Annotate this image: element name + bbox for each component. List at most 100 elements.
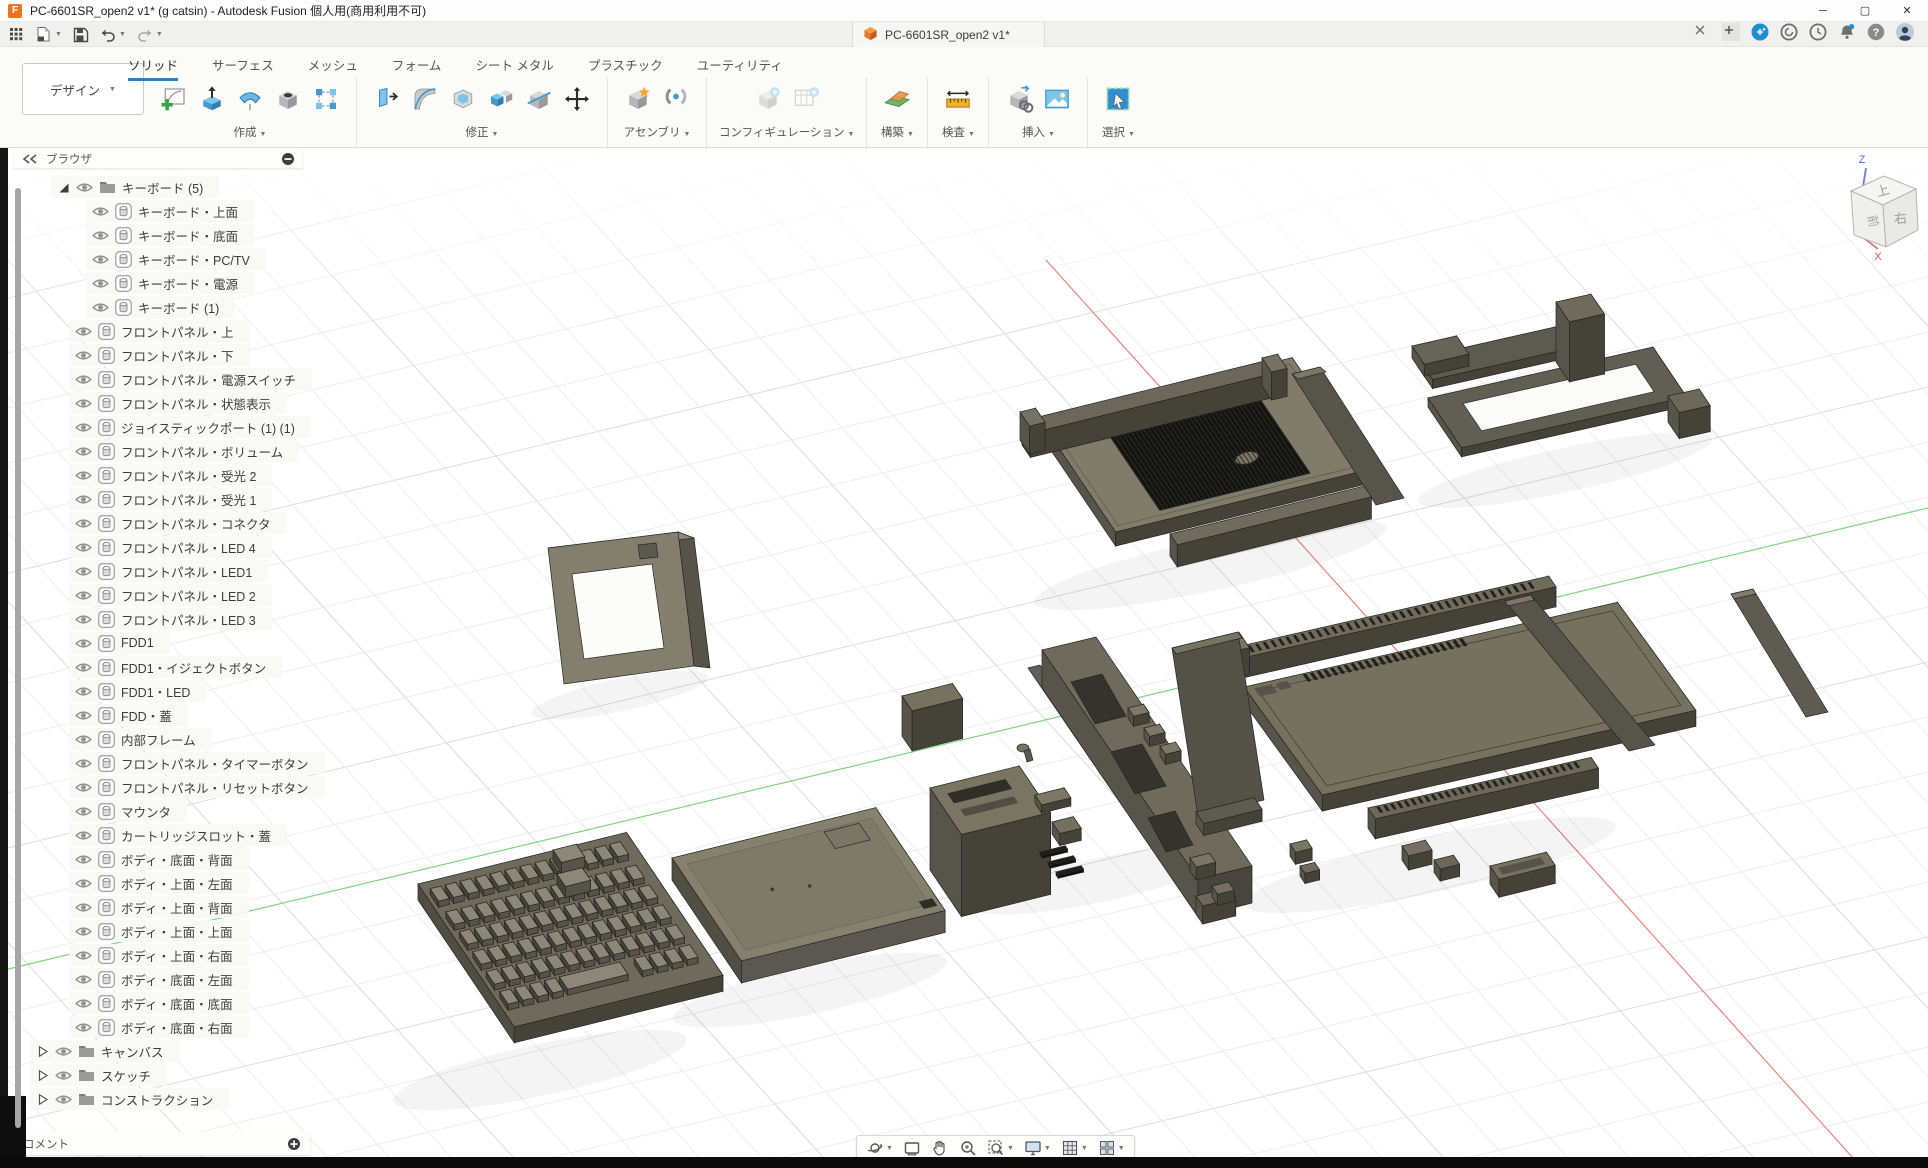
bezel-opening[interactable] bbox=[572, 564, 664, 659]
tree-row[interactable]: ボディ・底面・背面 bbox=[69, 848, 249, 870]
canvas-tool[interactable] bbox=[1039, 79, 1075, 119]
visibility-eye-icon[interactable] bbox=[75, 374, 92, 385]
configuration-table-tool[interactable] bbox=[788, 79, 824, 119]
workspace-selector[interactable]: デザイン ▼ bbox=[22, 63, 144, 115]
tree-row[interactable]: フロントパネル・LED 3 bbox=[69, 608, 272, 630]
tree-row[interactable]: ボディ・底面・底面 bbox=[69, 992, 249, 1014]
tree-row[interactable]: コンストラクション bbox=[30, 1088, 229, 1110]
hole-tool[interactable] bbox=[270, 79, 306, 119]
tree-row[interactable]: フロントパネル・受光 1 bbox=[69, 488, 272, 510]
app-grid-button[interactable] bbox=[8, 26, 25, 43]
cube-2[interactable] bbox=[1212, 882, 1234, 905]
tree-row[interactable]: マウンタ bbox=[69, 800, 187, 822]
front-panel-bar[interactable] bbox=[902, 684, 963, 751]
screw-stem[interactable] bbox=[1024, 749, 1033, 762]
z-axis-label[interactable]: Z bbox=[1859, 154, 1866, 166]
tree-row[interactable]: ボディ・底面・左面 bbox=[69, 968, 249, 990]
cube-1[interactable] bbox=[1190, 853, 1216, 880]
visibility-eye-icon[interactable] bbox=[75, 590, 92, 601]
tree-row[interactable]: ボディ・上面・上面 bbox=[69, 920, 249, 942]
tree-row[interactable]: FDD・蓋 bbox=[69, 704, 188, 726]
configuration-tool[interactable] bbox=[750, 79, 786, 119]
comment-bar[interactable]: コメント bbox=[14, 1132, 310, 1155]
visibility-eye-icon[interactable] bbox=[75, 878, 92, 889]
tree-row[interactable]: ボディ・底面・右面 bbox=[69, 1016, 249, 1038]
ribbon-group-label[interactable]: 修正▼ bbox=[466, 124, 499, 140]
job-status-icon[interactable] bbox=[1780, 23, 1798, 41]
tree-row[interactable]: キーボード (5) bbox=[51, 176, 219, 198]
tree-row[interactable]: キーボード・電源 bbox=[86, 272, 254, 294]
tree-row[interactable]: 内部フレーム bbox=[69, 728, 212, 750]
tree-row[interactable]: フロントパネル・リセットボタン bbox=[69, 776, 325, 798]
tree-row[interactable]: フロントパネル・下 bbox=[69, 344, 250, 366]
extrude-tool[interactable] bbox=[194, 79, 230, 119]
expand-triangle-icon[interactable] bbox=[36, 1093, 49, 1106]
visibility-eye-icon[interactable] bbox=[75, 686, 92, 697]
tree-row[interactable]: フロントパネル・電源スイッチ bbox=[69, 368, 312, 390]
maximize-button[interactable]: ▢ bbox=[1844, 0, 1886, 22]
tree-row[interactable]: キーボード・上面 bbox=[86, 200, 254, 222]
close-button[interactable]: ✕ bbox=[1886, 0, 1928, 22]
visibility-eye-icon[interactable] bbox=[75, 950, 92, 961]
visibility-eye-icon[interactable] bbox=[75, 998, 92, 1009]
tree-row[interactable]: キーボード・PC/TV bbox=[86, 248, 266, 270]
collapse-triangle-icon[interactable] bbox=[57, 181, 70, 194]
rear-frame-block[interactable] bbox=[1668, 389, 1710, 439]
help-icon[interactable]: ? bbox=[1867, 23, 1885, 41]
visibility-eye-icon[interactable] bbox=[75, 638, 92, 649]
fdd-unit[interactable] bbox=[930, 766, 1051, 917]
visibility-eye-icon[interactable] bbox=[75, 758, 92, 769]
ribbon-group-label[interactable]: 検査▼ bbox=[942, 124, 975, 140]
visibility-eye-icon[interactable] bbox=[75, 398, 92, 409]
tree-row[interactable]: FDD1 bbox=[69, 632, 170, 654]
visibility-eye-icon[interactable] bbox=[75, 446, 92, 457]
tree-row[interactable]: フロントパネル・コネクタ bbox=[69, 512, 287, 534]
connector-block-2[interactable] bbox=[1434, 855, 1460, 881]
visibility-eye-icon[interactable] bbox=[55, 1046, 72, 1057]
ribbon-group-label[interactable]: アセンブリ▼ bbox=[624, 124, 691, 140]
visibility-eye-icon[interactable] bbox=[92, 206, 109, 217]
visibility-eye-icon[interactable] bbox=[75, 1022, 92, 1033]
visibility-eye-icon[interactable] bbox=[75, 350, 92, 361]
visibility-eye-icon[interactable] bbox=[75, 542, 92, 553]
revolve-tool[interactable] bbox=[232, 79, 268, 119]
tree-row[interactable]: FDD1・イジェクトボタン bbox=[69, 656, 282, 678]
split-body-tool[interactable] bbox=[521, 79, 557, 119]
avatar-icon[interactable] bbox=[1896, 23, 1914, 41]
ribbon-group-label[interactable]: 選択▼ bbox=[1102, 124, 1135, 140]
cube-4[interactable] bbox=[1300, 862, 1320, 883]
extensions-icon[interactable] bbox=[1751, 23, 1769, 41]
tree-row[interactable]: FDD1・LED bbox=[69, 680, 206, 702]
visibility-eye-icon[interactable] bbox=[75, 902, 92, 913]
connector-block-1[interactable] bbox=[1402, 840, 1432, 870]
tree-row[interactable]: ボディ・上面・背面 bbox=[69, 896, 249, 918]
tree-row[interactable]: フロントパネル・タイマーボタン bbox=[69, 752, 325, 774]
insert-derive-tool[interactable] bbox=[1001, 79, 1037, 119]
visibility-eye-icon[interactable] bbox=[75, 326, 92, 337]
combine-tool[interactable] bbox=[483, 79, 519, 119]
visibility-eye-icon[interactable] bbox=[75, 926, 92, 937]
extensions-button[interactable] bbox=[1751, 23, 1769, 46]
plus-circle-icon[interactable] bbox=[287, 1137, 301, 1151]
visibility-eye-icon[interactable] bbox=[75, 710, 92, 721]
visibility-eye-icon[interactable] bbox=[55, 1070, 72, 1081]
tree-row[interactable]: フロントパネル・LED 2 bbox=[69, 584, 272, 606]
visibility-eye-icon[interactable] bbox=[75, 470, 92, 481]
tree-row[interactable]: フロントパネル・LED 4 bbox=[69, 536, 272, 558]
tree-row[interactable]: キーボード (1) bbox=[86, 296, 235, 318]
chevrons-left-icon[interactable] bbox=[22, 154, 38, 164]
visibility-eye-icon[interactable] bbox=[75, 806, 92, 817]
pattern-tool[interactable] bbox=[308, 79, 344, 119]
history-icon[interactable] bbox=[1809, 23, 1827, 41]
document-tab[interactable]: PC-6601SR_open2 v1* bbox=[852, 22, 1045, 47]
tree-row[interactable]: カートリッジスロット・蓋 bbox=[69, 824, 287, 846]
button-2[interactable] bbox=[1144, 724, 1165, 746]
undo-button[interactable]: ▼ bbox=[99, 26, 126, 43]
face-front[interactable] bbox=[1569, 314, 1604, 382]
cube-3[interactable] bbox=[1290, 840, 1312, 864]
rear-frame-tower[interactable] bbox=[1556, 294, 1604, 382]
notifications-icon[interactable] bbox=[1838, 23, 1856, 41]
visibility-eye-icon[interactable] bbox=[75, 614, 92, 625]
close-tab-button[interactable] bbox=[1693, 23, 1711, 46]
small-plate-2[interactable] bbox=[1052, 817, 1081, 846]
